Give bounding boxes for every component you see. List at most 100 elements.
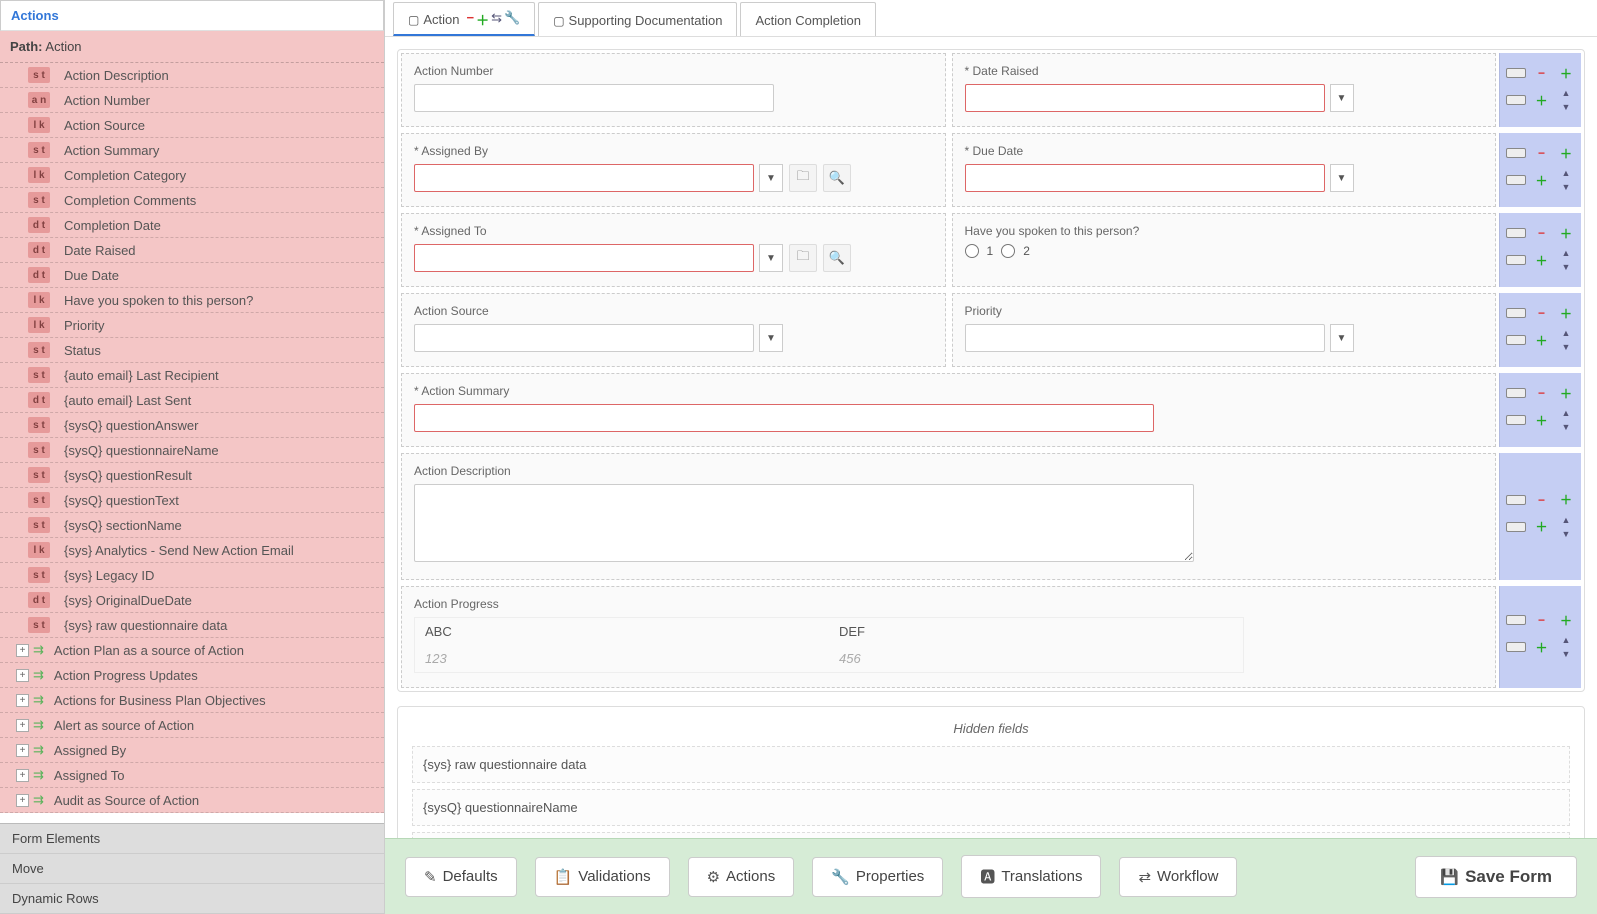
rect-icon[interactable] bbox=[1506, 335, 1526, 345]
add-icon[interactable]: ＋ bbox=[476, 10, 489, 29]
down-icon[interactable] bbox=[1557, 647, 1575, 661]
section-action-number[interactable]: Action Number bbox=[401, 53, 946, 127]
up-icon[interactable] bbox=[1557, 326, 1575, 340]
dropdown-icon[interactable]: ▼ bbox=[759, 324, 783, 352]
field-item[interactable]: s t{sysQ} questionnaireName bbox=[0, 438, 384, 463]
tab-action[interactable]: ▢ Action − ＋ ⇆ 🔧 bbox=[393, 2, 535, 36]
field-item[interactable]: s t{sysQ} questionText bbox=[0, 488, 384, 513]
field-item[interactable]: d t{sys} OriginalDueDate bbox=[0, 588, 384, 613]
input-assigned-to[interactable] bbox=[414, 244, 754, 272]
remove-icon[interactable]: − bbox=[1533, 613, 1551, 627]
add-icon[interactable]: ＋ bbox=[1533, 413, 1551, 427]
rect-icon[interactable] bbox=[1506, 148, 1526, 158]
expand-icon[interactable]: + bbox=[16, 719, 29, 732]
rect-icon[interactable] bbox=[1506, 415, 1526, 425]
dropdown-icon[interactable]: ▼ bbox=[1330, 164, 1354, 192]
input-action-source[interactable] bbox=[414, 324, 754, 352]
dropdown-icon[interactable]: ▼ bbox=[1330, 324, 1354, 352]
dropdown-icon[interactable]: ▼ bbox=[759, 164, 783, 192]
add-icon[interactable]: ＋ bbox=[1533, 640, 1551, 654]
wrench-icon[interactable]: 🔧 bbox=[504, 10, 520, 29]
rect-icon[interactable] bbox=[1506, 642, 1526, 652]
field-item[interactable]: s t{sysQ} questionAnswer bbox=[0, 413, 384, 438]
remove-icon[interactable]: − bbox=[466, 10, 474, 29]
field-item[interactable]: d tDue Date bbox=[0, 263, 384, 288]
add-icon[interactable]: ＋ bbox=[1557, 146, 1575, 160]
down-icon[interactable] bbox=[1557, 260, 1575, 274]
radio-spoken-1[interactable] bbox=[965, 244, 979, 258]
section-assigned-to[interactable]: * Assigned To ▼ 🗀 🔍 bbox=[401, 213, 946, 287]
rect-icon[interactable] bbox=[1506, 388, 1526, 398]
up-icon[interactable] bbox=[1557, 406, 1575, 420]
link-item[interactable]: +⇉Assigned To bbox=[0, 763, 384, 788]
up-icon[interactable] bbox=[1557, 513, 1575, 527]
link-item[interactable]: +⇉Audit as Source of Action bbox=[0, 788, 384, 813]
down-icon[interactable] bbox=[1557, 340, 1575, 354]
add-icon[interactable]: ＋ bbox=[1557, 386, 1575, 400]
rect-icon[interactable] bbox=[1506, 495, 1526, 505]
sidebar-tab-actions[interactable]: Actions bbox=[0, 0, 384, 31]
up-icon[interactable] bbox=[1557, 633, 1575, 647]
field-item[interactable]: d t{auto email} Last Sent bbox=[0, 388, 384, 413]
save-form-button[interactable]: 💾Save Form bbox=[1415, 856, 1577, 898]
add-icon[interactable]: ＋ bbox=[1557, 306, 1575, 320]
remove-icon[interactable]: − bbox=[1533, 386, 1551, 400]
add-icon[interactable]: ＋ bbox=[1557, 66, 1575, 80]
field-item[interactable]: s t{auto email} Last Recipient bbox=[0, 363, 384, 388]
section-date-raised[interactable]: * Date Raised ▼ bbox=[952, 53, 1497, 127]
sidebar-bottom-form-elements[interactable]: Form Elements bbox=[0, 824, 384, 854]
remove-icon[interactable]: − bbox=[1533, 493, 1551, 507]
input-date-raised[interactable] bbox=[965, 84, 1325, 112]
validations-button[interactable]: 📋Validations bbox=[535, 857, 670, 897]
expand-icon[interactable]: + bbox=[16, 769, 29, 782]
add-icon[interactable]: ＋ bbox=[1533, 333, 1551, 347]
expand-icon[interactable]: + bbox=[16, 744, 29, 757]
link-item[interactable]: +⇉Alert as source of Action bbox=[0, 713, 384, 738]
actions-button[interactable]: ⚙Actions bbox=[688, 857, 795, 897]
hidden-item[interactable]: {sys} raw questionnaire data bbox=[412, 746, 1570, 783]
field-item[interactable]: d tCompletion Date bbox=[0, 213, 384, 238]
rect-icon[interactable] bbox=[1506, 255, 1526, 265]
add-icon[interactable]: ＋ bbox=[1557, 493, 1575, 507]
field-item[interactable]: l kCompletion Category bbox=[0, 163, 384, 188]
link-item[interactable]: +⇉Action Progress Updates bbox=[0, 663, 384, 688]
translations-button[interactable]: 🅰Translations bbox=[961, 855, 1101, 898]
input-action-summary[interactable] bbox=[414, 404, 1154, 432]
remove-icon[interactable]: − bbox=[1533, 306, 1551, 320]
add-icon[interactable]: ＋ bbox=[1533, 173, 1551, 187]
section-due-date[interactable]: * Due Date ▼ bbox=[952, 133, 1497, 207]
down-icon[interactable] bbox=[1557, 420, 1575, 434]
field-item[interactable]: s tStatus bbox=[0, 338, 384, 363]
search-icon[interactable]: 🔍 bbox=[823, 244, 851, 272]
link-item[interactable]: +⇉Action Plan as a source of Action bbox=[0, 638, 384, 663]
move-icon[interactable]: ⇆ bbox=[491, 10, 502, 29]
field-item[interactable]: l kPriority bbox=[0, 313, 384, 338]
hidden-item[interactable]: {sysQ} questionnaireName bbox=[412, 789, 1570, 826]
field-item[interactable]: l k{sys} Analytics - Send New Action Ema… bbox=[0, 538, 384, 563]
remove-icon[interactable]: − bbox=[1533, 146, 1551, 160]
section-action-progress[interactable]: Action Progress ABC DEF 123 456 bbox=[401, 586, 1496, 688]
section-priority[interactable]: Priority ▼ bbox=[952, 293, 1497, 367]
field-item[interactable]: l kHave you spoken to this person? bbox=[0, 288, 384, 313]
expand-icon[interactable]: + bbox=[16, 794, 29, 807]
rect-icon[interactable] bbox=[1506, 615, 1526, 625]
field-item[interactable]: s tAction Summary bbox=[0, 138, 384, 163]
remove-icon[interactable]: − bbox=[1533, 66, 1551, 80]
sidebar-bottom-move[interactable]: Move bbox=[0, 854, 384, 884]
add-icon[interactable]: ＋ bbox=[1557, 613, 1575, 627]
input-assigned-by[interactable] bbox=[414, 164, 754, 192]
section-action-description[interactable]: Action Description bbox=[401, 453, 1496, 580]
defaults-button[interactable]: ✎Defaults bbox=[405, 857, 517, 897]
input-due-date[interactable] bbox=[965, 164, 1325, 192]
field-item[interactable]: s t{sys} raw questionnaire data bbox=[0, 613, 384, 638]
properties-button[interactable]: 🔧Properties bbox=[812, 857, 943, 897]
section-action-source[interactable]: Action Source ▼ bbox=[401, 293, 946, 367]
down-icon[interactable] bbox=[1557, 180, 1575, 194]
workflow-button[interactable]: ⇄Workflow bbox=[1119, 857, 1237, 897]
up-icon[interactable] bbox=[1557, 86, 1575, 100]
field-item[interactable]: l kAction Source bbox=[0, 113, 384, 138]
tab-action-completion[interactable]: Action Completion bbox=[740, 2, 876, 36]
field-item[interactable]: d tDate Raised bbox=[0, 238, 384, 263]
add-icon[interactable]: ＋ bbox=[1557, 226, 1575, 240]
down-icon[interactable] bbox=[1557, 100, 1575, 114]
